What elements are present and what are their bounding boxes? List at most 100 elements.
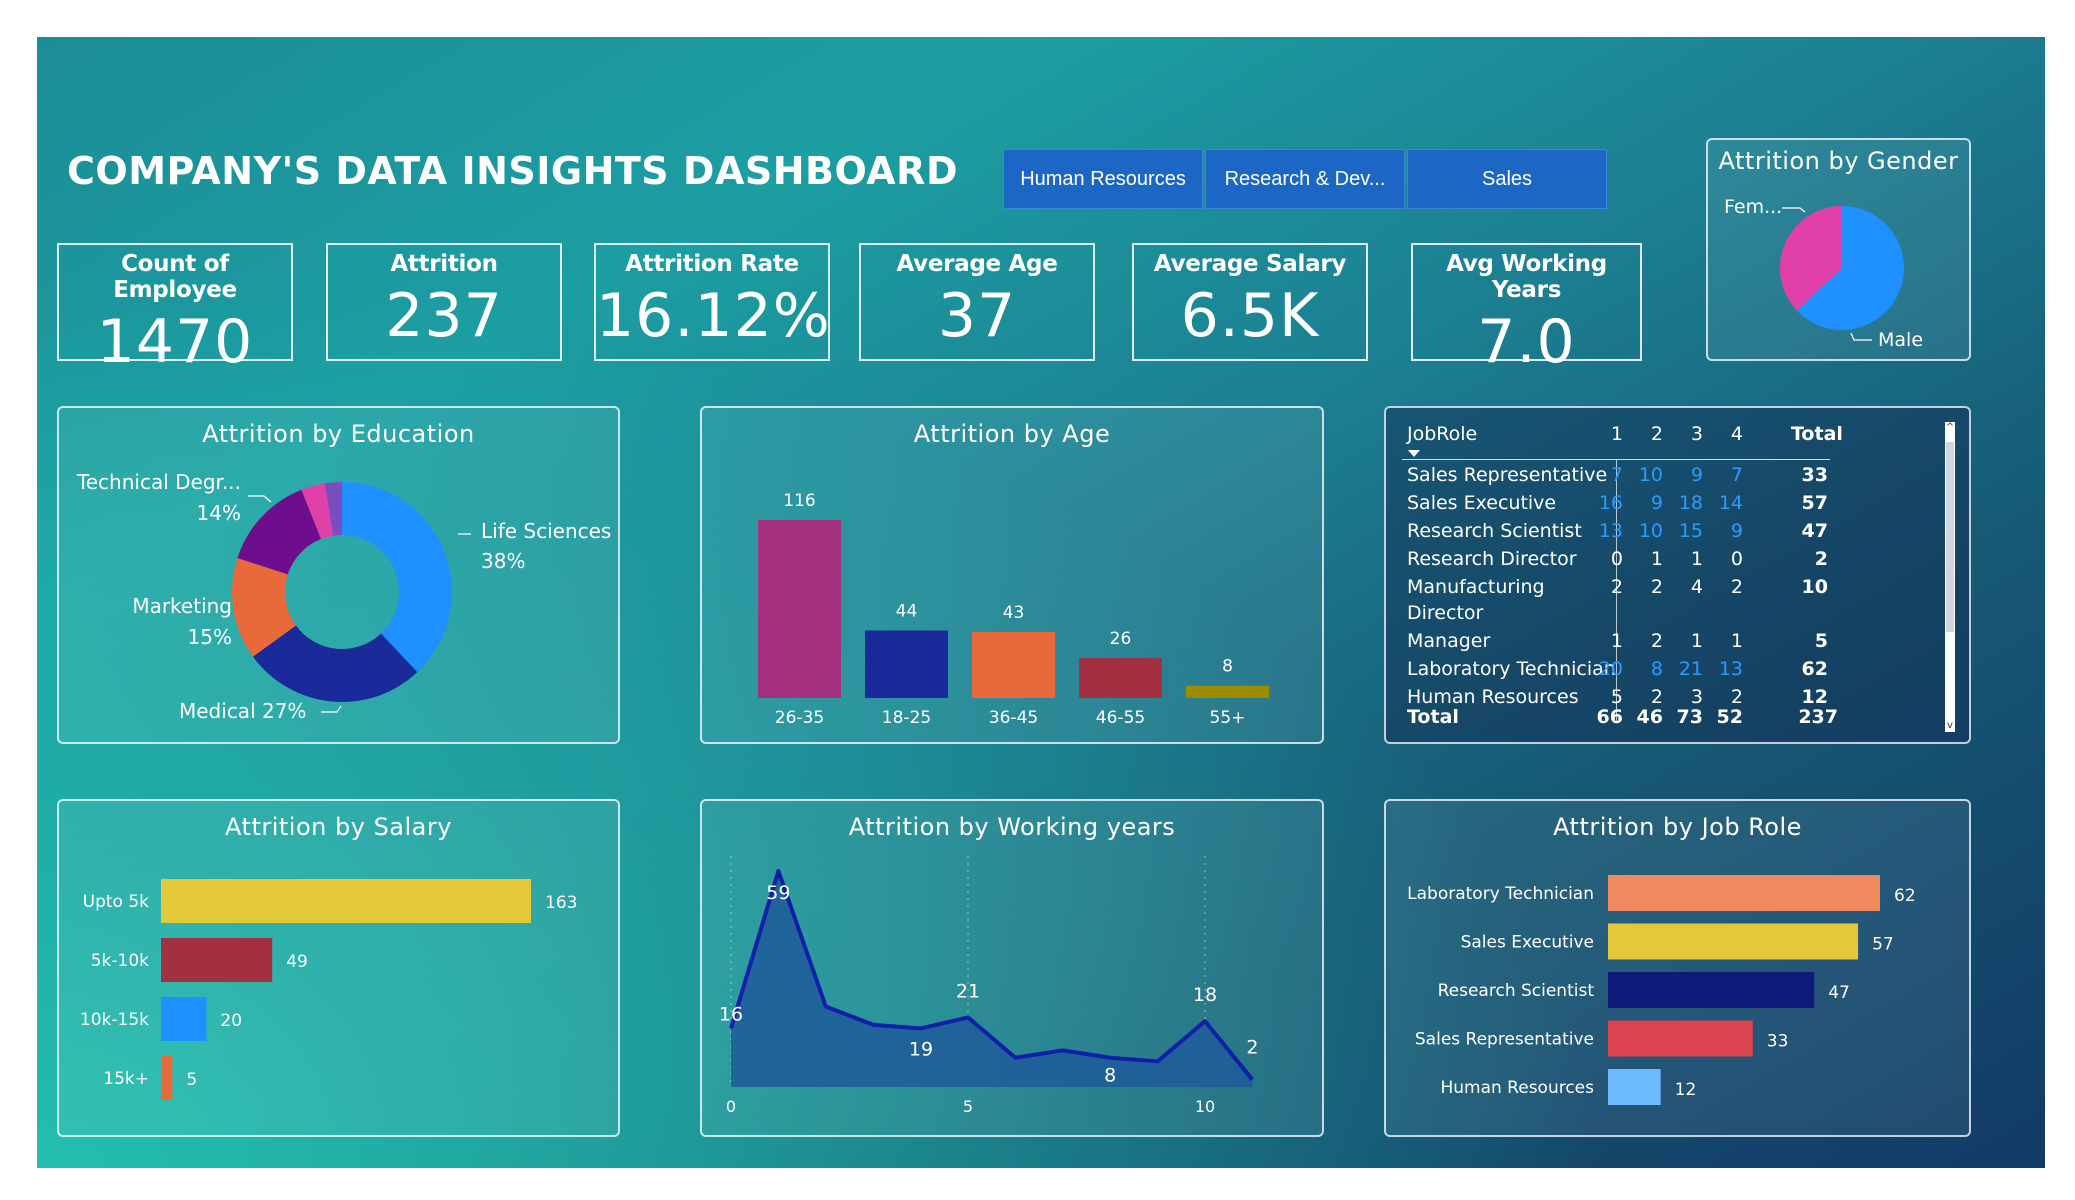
slicer-research-dev[interactable]: Research & Dev...: [1205, 149, 1405, 209]
age-bar[interactable]: [972, 632, 1055, 698]
job-role-category-label: Sales Executive: [1461, 933, 1594, 953]
matrix-row-label: Manufacturing: [1407, 576, 1545, 598]
salary-bar-value: 20: [220, 1011, 242, 1031]
footer-rule: [1386, 704, 1846, 728]
job-role-bar[interactable]: [1608, 1020, 1753, 1057]
salary-bar[interactable]: [161, 938, 273, 982]
matrix-scrollbar[interactable]: ^ v: [1945, 422, 1955, 732]
age-bar[interactable]: [1079, 658, 1162, 698]
job-role-category-label: Sales Representative: [1415, 1030, 1594, 1050]
matrix-cell: 1: [1610, 630, 1623, 652]
matrix-header-total: Total: [1791, 423, 1843, 445]
kpi-count-of-employee: Count of Employee 1470: [57, 243, 293, 377]
working-years-value-label: 2: [1246, 1037, 1258, 1059]
working-years-value-label: 59: [766, 882, 790, 904]
matrix-cell: 1: [1730, 630, 1743, 652]
matrix-row-label: Research Director: [1407, 548, 1577, 570]
gender-label-male: Male: [1878, 329, 1923, 351]
kpi-average-salary: Average Salary 6.5K: [1132, 243, 1368, 361]
salary-bar-value: 163: [545, 893, 577, 913]
working-years-tick-label: 5: [963, 1097, 973, 1116]
age-bar-chart: 116 26-35 44 18-25 43 36-45 26 46-55 8 55+: [758, 491, 1269, 728]
job-role-bar[interactable]: [1608, 875, 1880, 911]
matrix-cell: 9: [1730, 520, 1743, 542]
kpi-attrition: Attrition 237: [326, 243, 562, 361]
matrix-row-total: 33: [1801, 464, 1828, 486]
leader-line: [248, 495, 272, 503]
age-bar[interactable]: [758, 520, 841, 698]
salary-category-label: 5k-10k: [91, 951, 149, 971]
job-role-bar-value: 62: [1894, 886, 1916, 906]
matrix-row-total: 5: [1814, 630, 1828, 652]
matrix-header-col: 3: [1690, 423, 1703, 445]
matrix-row-total: 57: [1801, 492, 1828, 514]
matrix-header-jobrole: JobRole: [1407, 423, 1478, 445]
matrix-cell: 10: [1638, 464, 1663, 486]
leader-line: [1850, 332, 1872, 341]
age-bar-value: 8: [1222, 657, 1233, 677]
salary-category-label: 10k-15k: [80, 1010, 149, 1030]
edu-pct-technical-degree: 14%: [197, 501, 241, 525]
kpi-average-age: Average Age 37: [859, 243, 1095, 361]
kpi-avg-working-years: Avg Working Years 7.0: [1411, 243, 1642, 377]
kpi-value: 16.12%: [596, 281, 831, 351]
jobrole-matrix-panel: JobRole 1 2 3 4 Total Sales Representative 7 10 9…: [1384, 406, 1971, 744]
working-years-value-label: 16: [719, 1003, 743, 1025]
salary-bar-chart: Upto 5k 163 5k-10k 49 10k-15k 20 15k+ 5: [80, 879, 577, 1100]
salary-category-label: Upto 5k: [83, 892, 150, 912]
matrix-cell: 21: [1678, 658, 1703, 680]
slicer-human-resources[interactable]: Human Resources: [1003, 149, 1203, 209]
matrix-cell: 2: [1610, 576, 1623, 598]
matrix-cell: 13: [1718, 658, 1743, 680]
matrix-row-label: Research Scientist: [1407, 520, 1582, 542]
age-category-label: 55+: [1210, 708, 1246, 728]
matrix-row-total: 62: [1801, 658, 1828, 680]
kpi-label: Attrition Rate: [625, 251, 799, 277]
edu-label-life-sciences: Life Sciences: [481, 519, 611, 543]
matrix-row-label: Director: [1407, 602, 1484, 624]
job-role-bar[interactable]: [1608, 972, 1815, 1008]
scroll-down-icon[interactable]: v: [1945, 720, 1955, 732]
matrix-cell: 20: [1598, 658, 1623, 680]
kpi-label: Attrition: [390, 251, 498, 277]
job-role-bar[interactable]: [1608, 1069, 1661, 1105]
scroll-up-icon[interactable]: ^: [1945, 422, 1955, 434]
age-bar-value: 44: [896, 601, 918, 621]
age-bar[interactable]: [865, 630, 948, 698]
kpi-value: 1470: [96, 307, 254, 377]
matrix-header-col: 1: [1610, 423, 1623, 445]
salary-bar[interactable]: [161, 879, 531, 923]
age-bar[interactable]: [1186, 685, 1269, 698]
matrix-row-total: 2: [1814, 548, 1828, 570]
job-role-bar[interactable]: [1608, 923, 1859, 960]
job-role-bar-value: 12: [1675, 1080, 1697, 1100]
education-slice[interactable]: [342, 482, 452, 673]
matrix-row-total: 47: [1801, 520, 1828, 542]
leader-line: [1782, 207, 1806, 213]
kpi-label: Average Age: [896, 251, 1058, 277]
gender-pie-chart: Fem... Male: [1724, 196, 1923, 351]
dashboard: COMPANY'S DATA INSIGHTS DASHBOARD Human …: [37, 37, 2045, 1168]
matrix-header-col: 4: [1730, 423, 1743, 445]
education-donut-chart: Life Sciences 38% Medical 27% Marketing …: [76, 470, 611, 723]
salary-category-label: 15k+: [103, 1069, 149, 1089]
matrix-cell: 1: [1690, 548, 1703, 570]
slicer-sales[interactable]: Sales: [1407, 149, 1607, 209]
gender-panel: Attrition by Gender Fem... Male: [1706, 138, 1971, 361]
salary-bar[interactable]: [161, 997, 207, 1041]
matrix-row-total: 10: [1801, 576, 1828, 598]
matrix-cell: 10: [1638, 520, 1663, 542]
matrix-cell: 7: [1730, 464, 1743, 486]
matrix-row-label: Sales Representative: [1407, 464, 1608, 486]
job-role-category-label: Human Resources: [1440, 1078, 1594, 1098]
matrix-cell: 2: [1650, 576, 1663, 598]
working-years-value-label: 19: [909, 1038, 933, 1060]
kpi-value: 237: [385, 281, 503, 351]
age-category-label: 26-35: [775, 708, 824, 728]
leader-line: [321, 705, 342, 713]
salary-bar[interactable]: [161, 1056, 173, 1100]
edu-pct-life-sciences: 38%: [481, 549, 525, 573]
sort-arrow-icon[interactable]: [1408, 450, 1420, 457]
matrix-scroll-thumb[interactable]: [1946, 442, 1954, 632]
matrix-cell: 14: [1718, 492, 1743, 514]
